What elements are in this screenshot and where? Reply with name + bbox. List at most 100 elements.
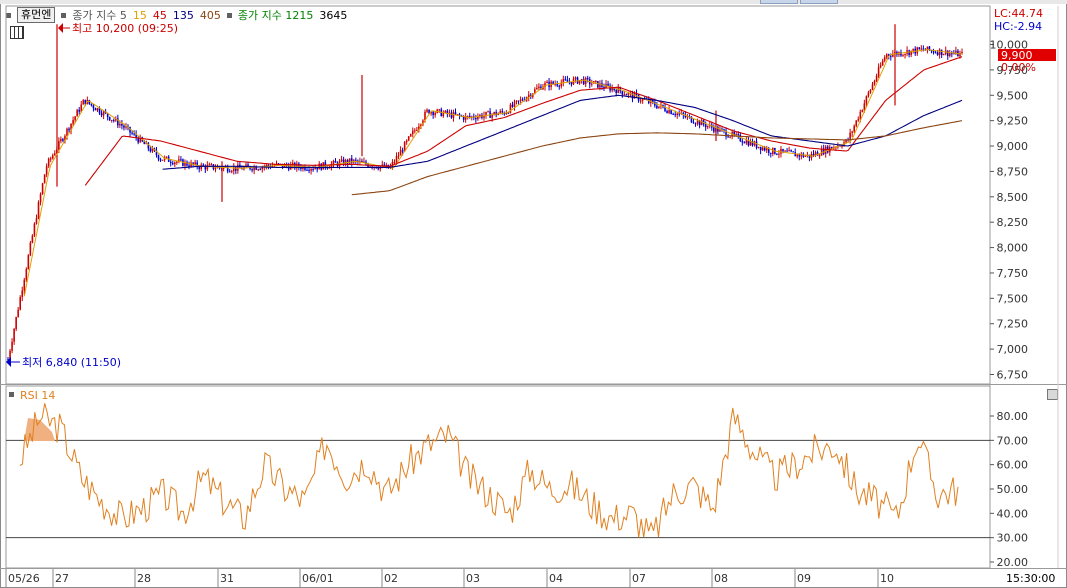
high-arrow-icon xyxy=(58,23,63,33)
candle-body xyxy=(133,133,135,135)
rsi-tick-label: 40.00 xyxy=(997,507,1029,520)
candle-body xyxy=(745,140,748,144)
candle-body xyxy=(487,111,489,113)
candle-body xyxy=(755,141,758,148)
candle-body xyxy=(35,218,38,224)
candle-body xyxy=(607,83,609,86)
candle-body xyxy=(696,120,699,124)
candle-body xyxy=(727,136,729,138)
candle-body xyxy=(102,111,105,116)
candle-body xyxy=(790,150,792,152)
candle-body xyxy=(517,100,520,102)
candle-body xyxy=(405,140,408,143)
candle-body xyxy=(43,174,46,184)
date-label: 04 xyxy=(549,572,563,585)
candle-body xyxy=(639,100,642,102)
candle-body xyxy=(867,92,870,97)
candle-body xyxy=(621,91,624,95)
candle-body xyxy=(641,98,644,101)
candle-body xyxy=(29,242,32,256)
price-tick-label: 7,000 xyxy=(997,343,1029,356)
candle-body xyxy=(397,155,400,157)
candle-body xyxy=(230,171,233,173)
rsi-tick-label: 50.00 xyxy=(997,483,1029,496)
date-label: 08 xyxy=(714,572,728,585)
candle-body xyxy=(60,139,62,142)
rsi-tick-label: 60.00 xyxy=(997,459,1029,472)
price-tick-label: 8,500 xyxy=(997,191,1029,204)
candle-body xyxy=(15,317,17,330)
candle-body xyxy=(566,79,569,82)
candle-body xyxy=(615,89,618,94)
candle-body xyxy=(306,169,308,171)
candle-body xyxy=(519,99,522,101)
candle-body xyxy=(656,105,658,109)
candle-body xyxy=(759,146,762,151)
high-annotation-text: 최고 10,200 (09:25) xyxy=(72,22,178,35)
candle-body xyxy=(27,255,30,269)
price-tick-label: 7,500 xyxy=(997,292,1029,305)
candle-body xyxy=(515,100,518,102)
candle-body xyxy=(393,162,396,164)
candle-body xyxy=(920,48,923,50)
candle-body xyxy=(78,109,80,112)
candle-body xyxy=(713,127,715,132)
date-label: 03 xyxy=(466,572,480,585)
candle-body xyxy=(39,193,42,203)
candle-body xyxy=(454,112,457,115)
candle-body xyxy=(23,279,26,291)
candle-body xyxy=(332,160,335,165)
candle-body xyxy=(149,148,152,152)
candle-body xyxy=(58,141,60,150)
rsi-tick-label: 20.00 xyxy=(997,556,1029,569)
candle-body xyxy=(475,118,477,120)
candle-body xyxy=(13,329,15,342)
price-tick-label: 8,250 xyxy=(997,216,1029,229)
candle-body xyxy=(434,112,436,116)
candle-body xyxy=(706,125,709,128)
time-label: 15:30:00 xyxy=(1006,572,1055,585)
candle-body xyxy=(214,168,217,170)
candle-body xyxy=(416,129,418,131)
candle-body xyxy=(743,142,746,144)
high-annotation: 최고 10,200 (09:25) xyxy=(58,22,178,35)
candle-body xyxy=(407,136,410,141)
candle-body xyxy=(161,159,164,161)
date-label: 07 xyxy=(632,572,646,585)
candle-body xyxy=(159,159,162,161)
candle-body xyxy=(869,89,872,93)
candle-body xyxy=(879,65,882,68)
candle-body xyxy=(202,164,205,166)
candle-body xyxy=(11,341,13,351)
hc-label: HC:-2.94 xyxy=(994,20,1042,33)
candle-body xyxy=(165,156,168,158)
candle-body xyxy=(210,164,213,166)
candle-body xyxy=(782,148,784,152)
candle-body xyxy=(922,48,925,50)
low-annotation-text: 최저 6,840 (11:50) xyxy=(22,356,121,369)
rsi-line xyxy=(19,403,959,538)
candle-body xyxy=(849,132,851,141)
candle-body xyxy=(468,116,471,118)
date-label: 02 xyxy=(384,572,398,585)
candle-body xyxy=(792,151,794,153)
rsi-tick-label: 70.00 xyxy=(997,434,1029,447)
candle-body xyxy=(169,161,172,164)
candle-body xyxy=(51,155,54,159)
candle-body xyxy=(936,52,939,55)
candle-body xyxy=(49,158,52,160)
candle-body xyxy=(934,52,937,54)
candle-body xyxy=(590,83,593,85)
lc-label: LC:44.74 xyxy=(994,7,1043,20)
candle-body xyxy=(45,166,48,175)
candle-body xyxy=(501,111,504,113)
candle-body xyxy=(259,169,262,171)
candle-body xyxy=(741,140,744,143)
candle-body xyxy=(121,124,123,126)
candle-body xyxy=(786,150,788,152)
candle-body xyxy=(53,153,56,156)
candle-body xyxy=(784,150,786,152)
candle-body xyxy=(940,49,943,56)
candle-body xyxy=(761,147,764,151)
price-tick-label: 6,750 xyxy=(997,369,1029,382)
